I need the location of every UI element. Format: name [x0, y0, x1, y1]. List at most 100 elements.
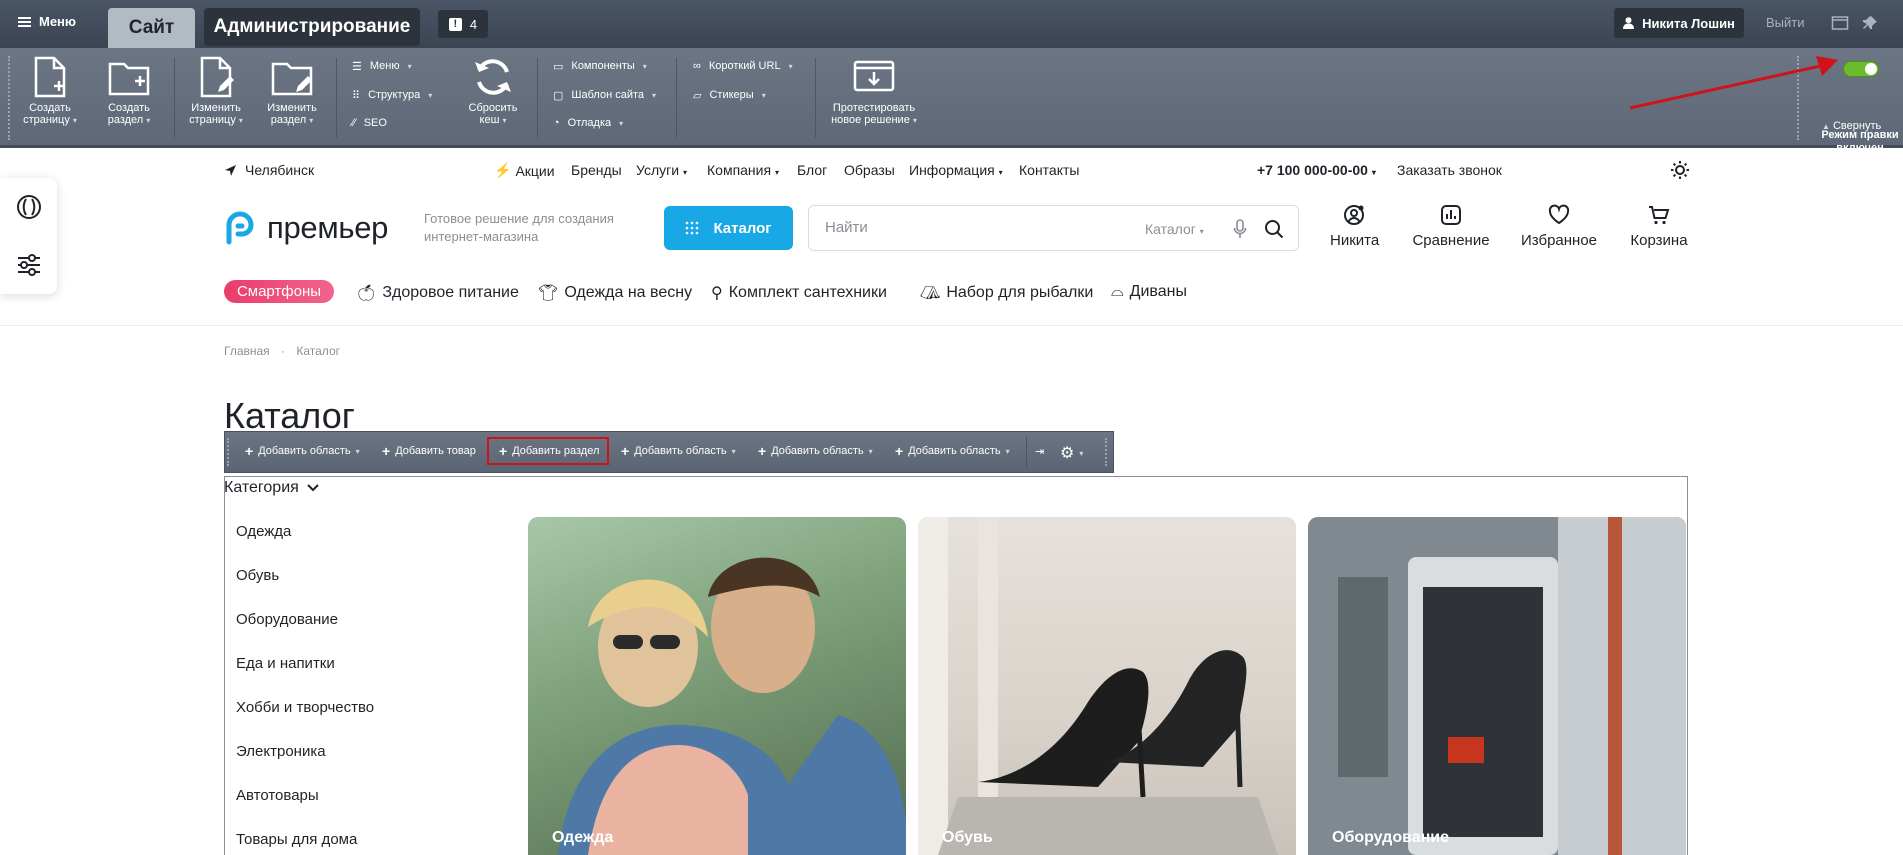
add-area-button[interactable]: + Добавить область ▾: [758, 444, 873, 458]
category-item[interactable]: Еда и напитки: [236, 655, 335, 672]
account-link[interactable]: Никита: [1330, 204, 1379, 249]
theme-circle-icon[interactable]: [16, 194, 42, 220]
admin-menu-button[interactable]: Меню: [18, 14, 76, 29]
search-icon[interactable]: [1264, 219, 1284, 239]
edit-folder-icon: [271, 62, 313, 96]
tab-administration[interactable]: Администрирование: [204, 8, 420, 46]
notifications-count: 4: [469, 16, 478, 32]
nav-item-blog[interactable]: Блог: [797, 162, 827, 178]
compare-label: Сравнение: [1412, 232, 1490, 249]
category-item[interactable]: Автотовары: [236, 787, 319, 804]
phone-number[interactable]: +7 100 000-00-00 ▾: [1257, 162, 1376, 178]
panel-separator: [815, 58, 816, 138]
category-item[interactable]: Хобби и творчество: [236, 699, 374, 716]
reset-cache-button[interactable]: Сбросить кеш ▾: [460, 56, 526, 127]
site-logo[interactable]: премьер: [224, 210, 388, 246]
favorites-link[interactable]: Избранное: [1520, 204, 1598, 249]
add-product-button[interactable]: + Добавить товар: [382, 444, 476, 458]
catalog-button[interactable]: Каталог: [664, 206, 793, 250]
tag-smartphones[interactable]: Смартфоны: [224, 280, 334, 303]
edit-page-button[interactable]: Изменить страницу ▾: [183, 56, 249, 127]
panel-drag-handle[interactable]: [8, 56, 12, 140]
structure-button[interactable]: ⠿ Структура ▾: [352, 87, 432, 103]
add-area-button[interactable]: + Добавить область ▾: [245, 444, 360, 458]
edit-section-label-2: раздел ▾: [270, 114, 314, 126]
search-input[interactable]: [825, 219, 1125, 236]
settings-sliders-icon[interactable]: [16, 252, 42, 278]
stickers-button[interactable]: ▱ Стикеры ▾: [693, 87, 766, 103]
faucet-icon: ⚲: [711, 285, 723, 302]
seo-button[interactable]: ⁄⁄ SEO: [352, 115, 387, 131]
category-item[interactable]: Одежда: [236, 523, 291, 540]
settings-button[interactable]: ⚙ ▾: [1060, 443, 1083, 463]
user-button[interactable]: Никита Лошин: [1614, 8, 1744, 38]
components-button[interactable]: ▭ Компоненты ▾: [553, 58, 647, 74]
tag-fishing-set[interactable]: ⛺︎ Набор для рыбалки: [920, 283, 1093, 303]
cart-label: Корзина: [1630, 232, 1688, 249]
category-card-shoes[interactable]: Обувь: [918, 517, 1296, 855]
dots-grid-icon: [686, 221, 699, 235]
card-label: Обувь: [942, 829, 993, 846]
cart-link[interactable]: Корзина: [1628, 204, 1690, 249]
category-card-clothes[interactable]: Одежда: [528, 517, 906, 855]
site-tagline: Готовое решение для создания интернет-ма…: [424, 211, 614, 244]
logout-link[interactable]: Выйти: [1766, 15, 1805, 30]
add-area-button[interactable]: + Добавить область ▾: [621, 444, 736, 458]
admin-top-bar: Меню Сайт Администрирование ! 4 Никита Л…: [0, 0, 1903, 48]
add-area-button[interactable]: + Добавить область ▾: [895, 442, 1010, 459]
boiler-photo: [1308, 517, 1686, 855]
search-scope-select[interactable]: Каталог ▾: [1145, 221, 1204, 237]
tag-spring-clothes[interactable]: 👕︎ Одежда на весну: [538, 283, 692, 303]
category-item[interactable]: Обувь: [236, 567, 279, 584]
category-title: Категория: [224, 479, 299, 496]
link-icon: ∞: [693, 60, 701, 72]
collapse-panel-link[interactable]: ▲ Свернуть: [1822, 120, 1881, 132]
pin-icon[interactable]: [1861, 14, 1879, 32]
category-item[interactable]: Оборудование: [236, 611, 338, 628]
nav-item-looks[interactable]: Образы: [844, 162, 895, 178]
nav-item-promotions[interactable]: ⚡ Акции: [494, 162, 555, 179]
category-toggle[interactable]: Категория: [224, 479, 319, 497]
breadcrumb-separator: ·: [281, 344, 286, 358]
microphone-icon[interactable]: [1233, 219, 1247, 239]
notifications-button[interactable]: ! 4: [438, 10, 488, 38]
tag-plumbing-set[interactable]: ⚲ Комплект сантехники: [711, 283, 887, 303]
chevron-down-icon: [307, 484, 319, 492]
card-label: Одежда: [552, 829, 614, 846]
edit-section-button[interactable]: Изменить раздел ▾: [259, 56, 325, 127]
panel-separator: [336, 58, 337, 138]
nav-item-company[interactable]: Компания ▾: [707, 162, 779, 178]
nav-item-info[interactable]: Информация ▾: [909, 162, 1003, 178]
category-item[interactable]: Электроника: [236, 743, 326, 760]
nav-item-services[interactable]: Услуги ▾: [636, 162, 687, 178]
user-icon: [1623, 17, 1635, 29]
create-section-button[interactable]: Создать раздел ▾: [96, 56, 162, 127]
site-template-button[interactable]: ▢ Шаблон сайта ▾: [553, 87, 656, 103]
plus-icon: +: [895, 442, 904, 459]
tab-site[interactable]: Сайт: [108, 8, 195, 48]
short-url-button[interactable]: ∞ Короткий URL ▾: [693, 58, 793, 74]
debug-button[interactable]: ◔ Отладка ▾: [553, 115, 623, 131]
callback-link[interactable]: Заказать звонок: [1397, 162, 1502, 178]
sun-icon[interactable]: [1670, 160, 1690, 180]
test-solution-button[interactable]: Протестировать новое решение ▾: [826, 56, 922, 127]
menu-button[interactable]: ☰ Меню ▾: [352, 58, 412, 74]
city-selector[interactable]: Челябинск: [224, 162, 314, 178]
nav-item-brands[interactable]: Бренды: [571, 162, 622, 178]
category-card-equipment[interactable]: Оборудование: [1308, 517, 1686, 855]
create-page-label-2: страницу ▾: [23, 114, 77, 126]
breadcrumb: Главная · Каталог: [224, 344, 340, 358]
toolbar-drag-handle[interactable]: [227, 438, 231, 466]
logo-text: премьер: [267, 210, 389, 245]
tag-sofas[interactable]: ⌓ Диваны: [1111, 283, 1187, 301]
create-page-button[interactable]: Создать страницу ▾: [17, 56, 83, 127]
pin-toolbar-button[interactable]: ⇥: [1035, 445, 1044, 458]
nav-item-contacts[interactable]: Контакты: [1019, 162, 1079, 178]
settings-window-icon[interactable]: [1831, 14, 1849, 32]
tag-healthy-food[interactable]: 🍏︎ Здоровое питание: [356, 283, 519, 303]
toolbar-drag-handle[interactable]: [1105, 438, 1109, 466]
category-item[interactable]: Товары для дома: [236, 831, 357, 848]
compare-link[interactable]: Сравнение: [1411, 204, 1491, 249]
breadcrumb-home[interactable]: Главная: [224, 344, 270, 358]
favorites-label: Избранное: [1520, 232, 1598, 249]
